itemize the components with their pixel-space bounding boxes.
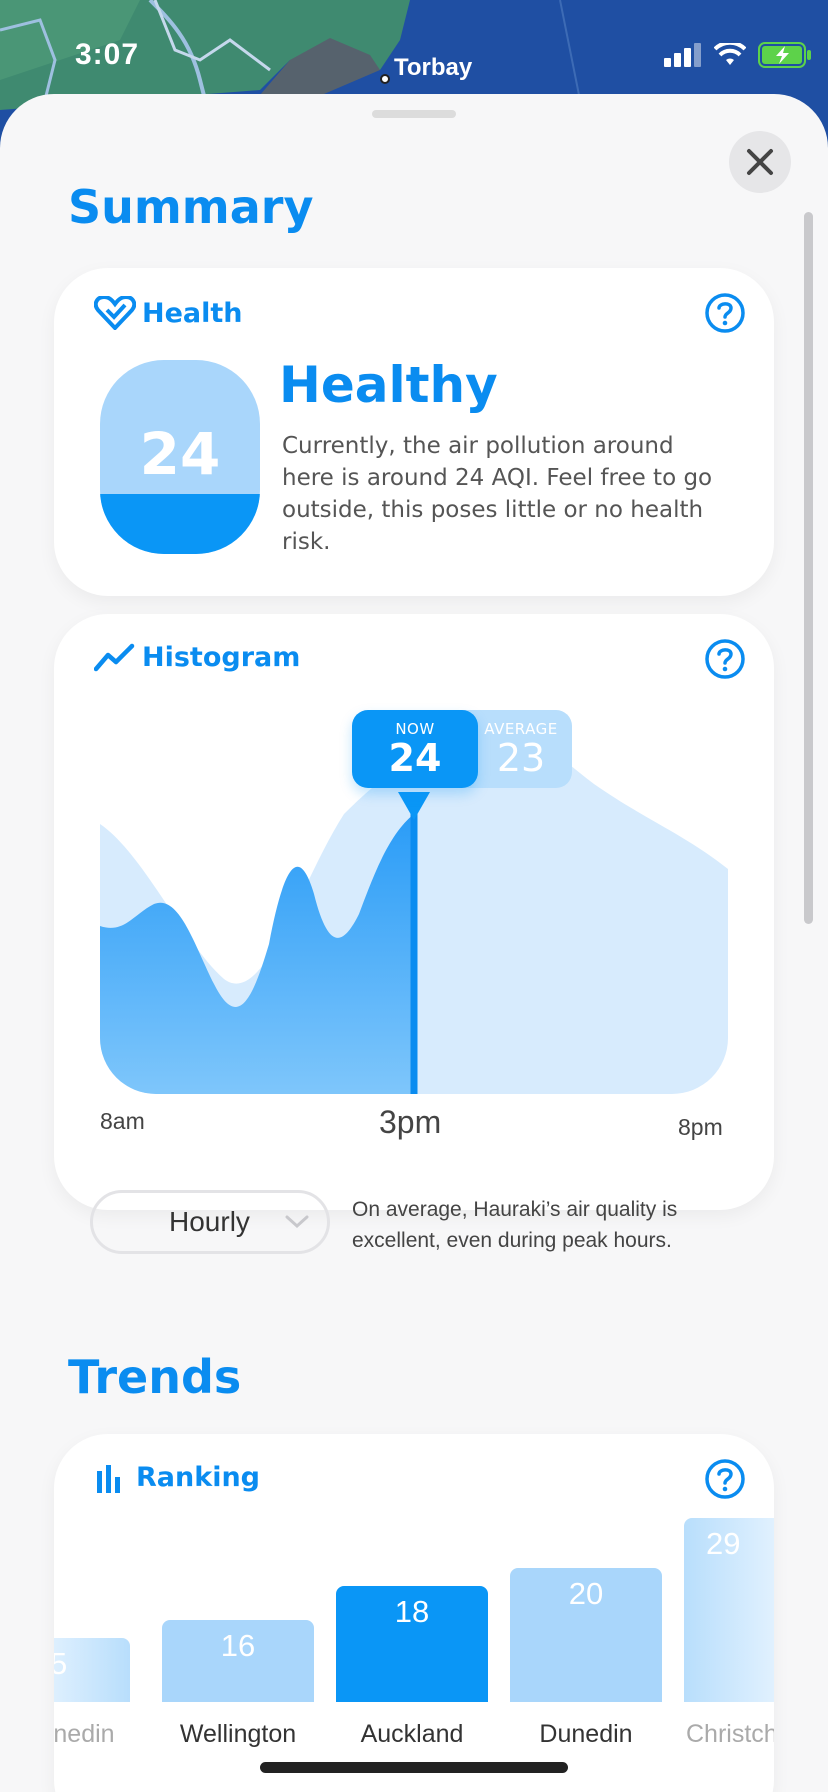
ranking-bar-label: Wellington [179,1720,297,1748]
home-indicator[interactable] [260,1762,568,1773]
map-location-label: Torbay [394,54,473,81]
ranking-bar-label: Christch [686,1720,774,1748]
ranking-bar[interactable]: 16 [162,1620,314,1702]
period-select[interactable]: Hourly [90,1190,330,1254]
aqi-value: 24 [139,420,221,488]
histogram-card: Histogram AVERAGE 23 NOW 24 8am 3pm 8pm … [54,614,774,1254]
ranking-header: Ranking [94,1462,260,1493]
ranking-bar-value: 29 [706,1526,741,1561]
x-axis-start-label: 8am [100,1108,145,1134]
ranking-card: Ranking 5 nedin 16 Wellington 18 Aucklan… [54,1434,774,1792]
ranking-bar[interactable]: 29 [684,1518,774,1702]
x-axis-current-label: 3pm [379,1104,442,1140]
ranking-bar-label: Auckland [360,1720,464,1748]
health-help-icon[interactable] [704,292,746,334]
ranking-bar-value: 18 [394,1594,430,1629]
status-time: 3:07 [75,38,140,71]
close-button[interactable] [729,131,791,193]
ranking-bar-value: 20 [568,1576,604,1611]
chevron-down-icon [285,1215,309,1229]
ranking-bar-highlight[interactable]: 18 [336,1586,488,1702]
ranking-bar[interactable]: 20 [510,1568,662,1702]
heart-icon [94,296,136,330]
now-tooltip: NOW 24 [352,710,478,788]
ranking-bar[interactable]: 5 [54,1638,130,1702]
now-value: 24 [388,736,442,780]
sheet-grabber[interactable] [372,110,456,118]
health-status: Healthy [279,356,498,414]
health-header-label: Health [142,297,243,329]
aqi-tile: 24 [100,360,260,554]
ranking-header-label: Ranking [136,1462,260,1493]
ranking-bar-label: Dunedin [539,1720,633,1748]
average-value: 23 [496,736,546,780]
ranking-bar-value: 16 [220,1628,256,1663]
ranking-bar-label: nedin [54,1720,115,1748]
health-header: Health [94,296,243,330]
average-tooltip: AVERAGE 23 [462,710,572,788]
status-icons [664,42,812,68]
trends-title: Trends [68,1350,242,1404]
health-description: Currently, the air pollution around here… [282,433,713,555]
close-icon [747,149,773,175]
signal-icon [664,43,701,67]
location-dot [380,74,390,84]
wifi-icon [714,43,746,65]
x-axis-end-label: 8pm [678,1114,723,1140]
ranking-help-icon[interactable] [704,1458,746,1500]
histogram-chart [100,730,728,1094]
health-card: Health 24 Healthy Currently, the air pol… [54,268,774,596]
histogram-note: On average, Hauraki’s air quality is exc… [352,1198,678,1252]
scrollbar[interactable] [804,212,813,924]
summary-title: Summary [68,180,314,234]
ranking-bar-value: 5 [54,1646,68,1681]
period-select-value: Hourly [169,1206,250,1237]
battery-icon [758,42,811,68]
aqi-level-fill [100,493,260,554]
summary-sheet: Summary Health 24 Healthy Currently, the… [0,94,828,1792]
bar-chart-icon [97,1464,120,1493]
